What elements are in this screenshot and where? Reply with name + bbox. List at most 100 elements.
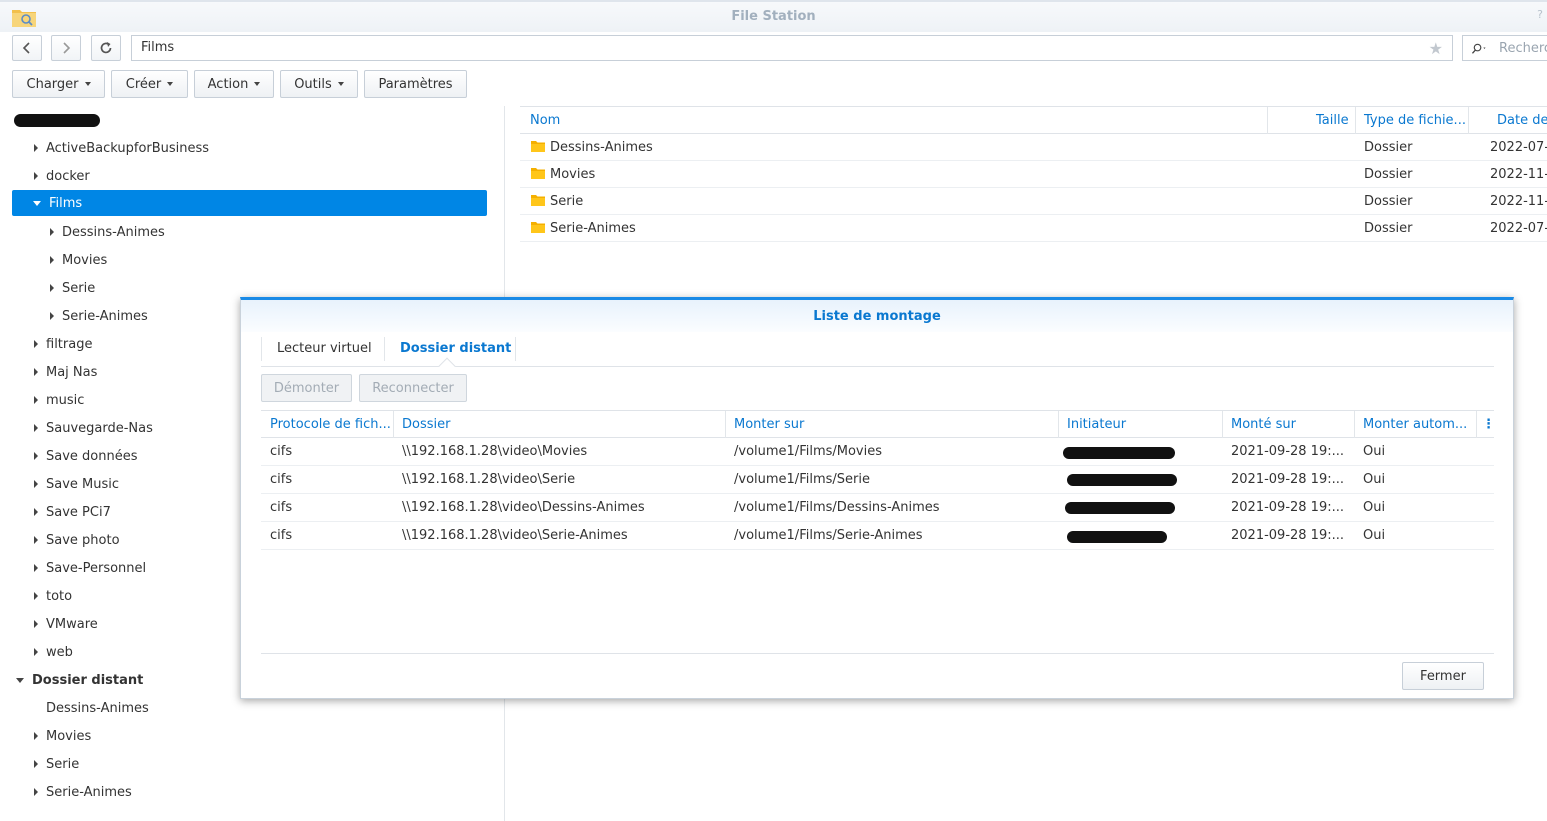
- reconnect-button[interactable]: Reconnecter: [359, 374, 467, 402]
- tree-item[interactable]: Save données: [34, 443, 138, 469]
- mount-row[interactable]: cifs \\192.168.1.28\video\Serie /volume1…: [261, 466, 1494, 494]
- tree-section-remote-folder[interactable]: Dossier distant: [16, 667, 143, 693]
- file-row[interactable]: Serie Dossier 2022-11-: [520, 188, 1547, 215]
- column-separator[interactable]: [393, 411, 394, 438]
- file-row[interactable]: Serie-Animes Dossier 2022-07-: [520, 215, 1547, 242]
- tree-item[interactable]: filtrage: [34, 331, 92, 357]
- mount-row[interactable]: cifs \\192.168.1.28\video\Serie-Animes /…: [261, 522, 1494, 550]
- tab-remote-folder[interactable]: Dossier distant: [400, 341, 511, 356]
- column-separator[interactable]: [1468, 107, 1469, 134]
- expand-arrow-icon[interactable]: [34, 424, 38, 432]
- expand-arrow-icon[interactable]: [34, 564, 38, 572]
- tree-item[interactable]: Save Music: [34, 471, 119, 497]
- expand-arrow-icon[interactable]: [50, 284, 54, 292]
- close-button[interactable]: Fermer: [1402, 662, 1484, 690]
- column-separator[interactable]: [1058, 411, 1059, 438]
- column-separator[interactable]: [1476, 411, 1477, 438]
- tree-item[interactable]: ActiveBackupforBusiness: [34, 135, 209, 161]
- tree-item[interactable]: Serie: [34, 751, 79, 777]
- column-menu-icon[interactable]: ⋮: [1482, 417, 1495, 432]
- tree-item[interactable]: Serie-Animes: [50, 303, 148, 329]
- column-header-date[interactable]: Date de: [1497, 113, 1547, 128]
- expand-arrow-icon[interactable]: [34, 648, 38, 656]
- collapse-arrow-icon[interactable]: [33, 200, 41, 206]
- column-header-size[interactable]: Taille: [1316, 113, 1349, 128]
- expand-arrow-icon[interactable]: [34, 340, 38, 348]
- column-separator[interactable]: [1267, 107, 1268, 134]
- file-date: 2022-11-: [1490, 167, 1547, 182]
- tree-item[interactable]: music: [34, 387, 84, 413]
- expand-arrow-icon[interactable]: [34, 144, 38, 152]
- search-input[interactable]: Rechercher: [1462, 35, 1547, 61]
- column-header-mount-on[interactable]: Monter sur: [734, 417, 804, 432]
- tree-item[interactable]: Movies: [50, 247, 107, 273]
- tree-item[interactable]: Dessins-Animes: [50, 219, 165, 245]
- tab-separator: [384, 337, 385, 361]
- expand-arrow-icon[interactable]: [34, 620, 38, 628]
- tree-root-redacted[interactable]: [14, 114, 100, 127]
- tree-item[interactable]: Movies: [34, 723, 91, 749]
- column-header-folder[interactable]: Dossier: [402, 417, 450, 432]
- tree-item[interactable]: docker: [34, 163, 90, 189]
- column-header-mounted-on[interactable]: Monté sur: [1231, 417, 1296, 432]
- tab-virtual-drive[interactable]: Lecteur virtuel: [277, 341, 372, 356]
- column-header-initiator[interactable]: Initiateur: [1067, 417, 1126, 432]
- tree-item[interactable]: Save PCi7: [34, 499, 111, 525]
- column-header-protocol[interactable]: Protocole de fich...: [270, 417, 391, 432]
- forward-button[interactable]: [51, 35, 81, 61]
- expand-arrow-icon[interactable]: [50, 256, 54, 264]
- column-header-type[interactable]: Type de fichie...: [1364, 113, 1466, 128]
- settings-button[interactable]: Paramètres: [364, 70, 467, 98]
- expand-arrow-icon[interactable]: [34, 396, 38, 404]
- cell-protocol: cifs: [270, 500, 293, 515]
- refresh-button[interactable]: [91, 35, 121, 61]
- expand-arrow-icon[interactable]: [34, 592, 38, 600]
- path-input[interactable]: Films ★: [131, 35, 1453, 61]
- tree-item[interactable]: VMware: [34, 611, 98, 637]
- column-separator[interactable]: [1354, 411, 1355, 438]
- star-icon[interactable]: ★: [1429, 39, 1443, 58]
- help-icon[interactable]: ?: [1537, 8, 1543, 21]
- tree-item[interactable]: Serie: [50, 275, 95, 301]
- mount-row[interactable]: cifs \\192.168.1.28\video\Dessins-Animes…: [261, 494, 1494, 522]
- expand-arrow-icon[interactable]: [34, 788, 38, 796]
- tree-item[interactable]: toto: [34, 583, 72, 609]
- tree-item-films[interactable]: Films: [12, 190, 487, 216]
- tree-item[interactable]: web: [34, 639, 73, 665]
- expand-arrow-icon[interactable]: [34, 480, 38, 488]
- expand-arrow-icon[interactable]: [34, 172, 38, 180]
- dialog-header[interactable]: Liste de montage: [241, 300, 1513, 332]
- tree-item[interactable]: Dessins-Animes: [46, 695, 149, 721]
- file-row[interactable]: Dessins-Animes Dossier 2022-07-: [520, 134, 1547, 161]
- mount-row[interactable]: cifs \\192.168.1.28\video\Movies /volume…: [261, 438, 1494, 466]
- chevron-right-icon: [63, 42, 71, 54]
- expand-arrow-icon[interactable]: [34, 536, 38, 544]
- expand-arrow-icon[interactable]: [34, 760, 38, 768]
- expand-arrow-icon[interactable]: [34, 452, 38, 460]
- expand-arrow-icon[interactable]: [34, 732, 38, 740]
- upload-button[interactable]: Charger: [12, 70, 105, 98]
- tools-button[interactable]: Outils: [280, 70, 358, 98]
- back-button[interactable]: [12, 35, 42, 61]
- tree-item[interactable]: Serie-Animes: [34, 779, 132, 805]
- column-separator[interactable]: [1355, 107, 1356, 134]
- column-separator[interactable]: [725, 411, 726, 438]
- tree-item[interactable]: Save photo: [34, 527, 120, 553]
- create-button[interactable]: Créer: [111, 70, 188, 98]
- tree-item[interactable]: Save-Personnel: [34, 555, 146, 581]
- expand-arrow-icon[interactable]: [50, 312, 54, 320]
- unmount-button[interactable]: Démonter: [261, 374, 352, 402]
- mount-list-dialog: Liste de montage Lecteur virtuel Dossier…: [240, 297, 1514, 699]
- expand-arrow-icon[interactable]: [34, 508, 38, 516]
- file-row[interactable]: Movies Dossier 2022-11-: [520, 161, 1547, 188]
- column-separator[interactable]: [1222, 411, 1223, 438]
- action-button[interactable]: Action: [194, 70, 274, 98]
- cell-mount-on: /volume1/Films/Movies: [734, 444, 883, 459]
- tree-item[interactable]: Maj Nas: [34, 359, 97, 385]
- expand-arrow-icon[interactable]: [34, 368, 38, 376]
- collapse-arrow-icon[interactable]: [16, 677, 24, 683]
- tree-item[interactable]: Sauvegarde-Nas: [34, 415, 153, 441]
- column-header-auto-mount[interactable]: Monter autom...: [1363, 417, 1467, 432]
- column-header-name[interactable]: Nom: [530, 113, 560, 128]
- expand-arrow-icon[interactable]: [50, 228, 54, 236]
